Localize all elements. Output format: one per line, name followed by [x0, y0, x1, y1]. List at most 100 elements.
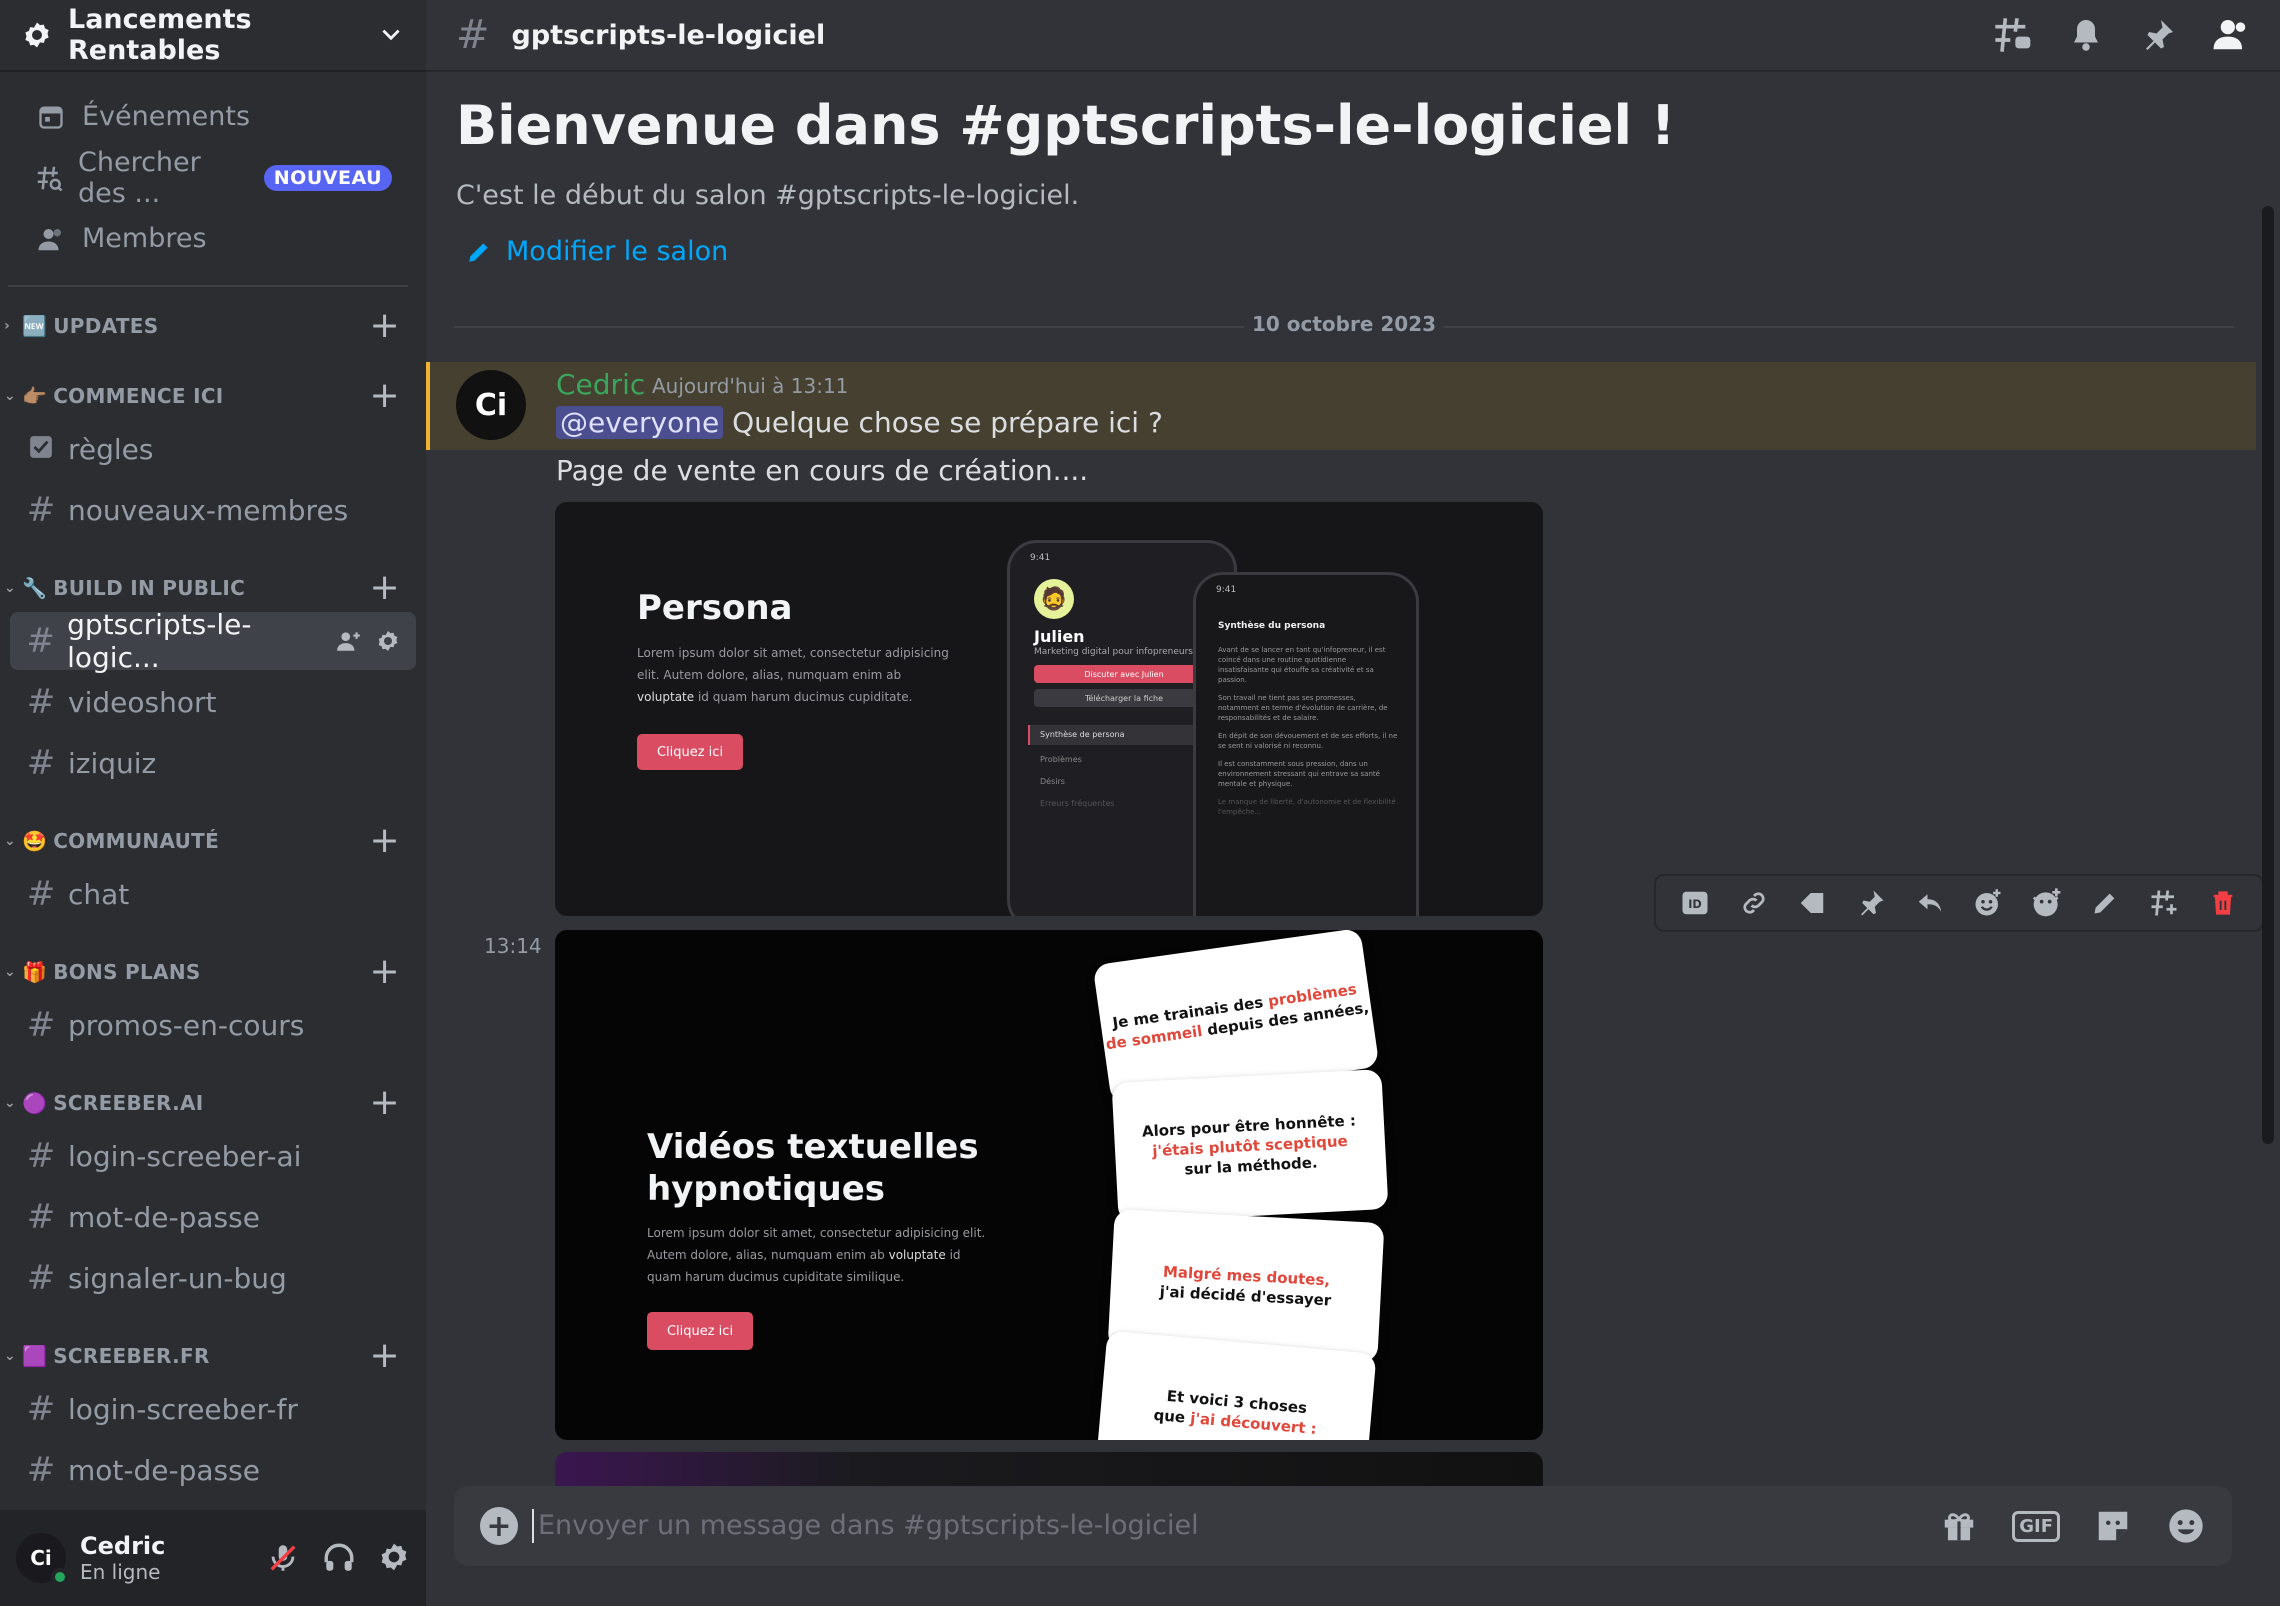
new-badge: NOUVEAU — [263, 164, 392, 191]
chevron-down-icon: ⌄ — [4, 1095, 17, 1111]
channel-item-login-screeber-ai[interactable]: # login-screeber-ai — [10, 1127, 416, 1185]
welcome-subtitle: C'est le début du salon #gptscripts-le-l… — [456, 180, 1080, 211]
member-list-icon[interactable] — [2212, 16, 2250, 54]
hash-icon: # — [26, 1450, 56, 1490]
image-attachment-videos[interactable]: Vidéos textuelles hypnotiques Lorem ipsum… — [555, 930, 1543, 1440]
attachment-lorem: Lorem ipsum dolor sit amet, consectetur … — [647, 1222, 997, 1288]
server-header[interactable]: Lancements Rentables — [0, 0, 426, 72]
channel-item-iziquiz[interactable]: # iziquiz — [10, 734, 416, 792]
category-label: BUILD IN PUBLIC — [53, 576, 246, 600]
events-item[interactable]: Événements — [10, 86, 416, 147]
server-name: Lancements Rentables — [68, 4, 252, 66]
edit-channel-link[interactable]: Modifier le salon — [466, 236, 728, 267]
channel-item-regles[interactable]: règles — [10, 420, 416, 478]
synthesis-para: Son travail ne tient pas ses promesses, … — [1218, 694, 1388, 722]
pin-icon[interactable] — [1853, 885, 1889, 921]
link-icon[interactable] — [1736, 885, 1772, 921]
create-thread-icon[interactable] — [2146, 885, 2182, 921]
mention[interactable]: @everyone — [556, 406, 724, 439]
add-reaction-icon[interactable] — [1970, 885, 2006, 921]
pin-icon[interactable] — [2140, 17, 2176, 53]
create-channel-plus-icon[interactable]: + — [370, 1085, 400, 1121]
mic-muted-icon[interactable] — [266, 1541, 300, 1575]
message-author[interactable]: Cedric — [556, 368, 645, 401]
attachment-title: Vidéos textuelles hypnotiques — [647, 1126, 979, 1210]
persona-name: Julien — [1034, 627, 1085, 646]
threads-icon[interactable] — [1992, 15, 2032, 55]
channel-item-nouveaux-membres[interactable]: # nouveaux-membres — [10, 481, 416, 539]
channel-item-mot-de-passe[interactable]: # mot-de-passe — [10, 1188, 416, 1246]
attachment-lorem: Lorem ipsum dolor sit amet, consectetur … — [637, 642, 957, 708]
trash-icon[interactable] — [2205, 885, 2241, 921]
avatar[interactable]: Ci — [456, 370, 526, 440]
headphones-icon[interactable] — [322, 1541, 356, 1575]
calendar-icon — [34, 100, 68, 134]
hash-icon: # — [26, 1005, 56, 1045]
channel-item-mot-de-passe-fr[interactable]: # mot-de-passe — [10, 1441, 416, 1499]
hash-icon: # — [26, 682, 56, 722]
attachment-lorem-text: Lorem ipsum dolor sit amet, consectetur … — [637, 646, 949, 682]
channel-item-gptscripts[interactable]: # gptscripts-le-logic... — [10, 608, 416, 674]
message-actions-toolbar: ID — [1654, 874, 2264, 932]
browse-channels-item[interactable]: Chercher des ... NOUVEAU — [10, 147, 416, 209]
synthesis-para: Avant de se lancer en tant qu'infopreneu… — [1218, 646, 1386, 684]
user-panel: Ci Cedric En ligne — [0, 1510, 426, 1606]
category-emoji: 🤩 — [22, 829, 48, 853]
upload-plus-icon[interactable]: + — [480, 1507, 518, 1545]
gif-button[interactable]: GIF — [2012, 1510, 2060, 1542]
pencil-icon[interactable] — [2087, 885, 2123, 921]
category-updates[interactable]: › 🆕 UPDATES + — [0, 305, 426, 347]
create-channel-plus-icon[interactable]: + — [370, 1338, 400, 1374]
attachment-lorem-bold: voluptate — [637, 690, 695, 704]
image-attachment-persona[interactable]: Persona Lorem ipsum dolor sit amet, cons… — [555, 502, 1543, 916]
gear-icon[interactable] — [376, 629, 400, 653]
user-info[interactable]: Cedric En ligne — [80, 1532, 266, 1584]
sticker-icon[interactable] — [2094, 1507, 2132, 1545]
category-screeber-fr[interactable]: ⌄ 🟪 SCREEBER.FR + — [0, 1335, 426, 1377]
sidebar-divider — [8, 285, 408, 287]
message-area[interactable]: Bienvenue dans #gptscripts-le-logiciel !… — [426, 72, 2280, 1486]
channel-list[interactable]: Événements Chercher des ... NOUVEAU Memb… — [0, 72, 426, 1510]
message-input[interactable]: Envoyer un message dans #gptscripts-le-l… — [532, 1509, 1940, 1543]
gear-icon[interactable] — [378, 1541, 410, 1573]
copy-id-icon[interactable]: ID — [1677, 885, 1713, 921]
emoji-icon[interactable] — [2166, 1506, 2206, 1546]
create-channel-plus-icon[interactable]: + — [370, 308, 400, 344]
create-channel-plus-icon[interactable]: + — [370, 570, 400, 606]
create-channel-plus-icon[interactable]: + — [370, 378, 400, 414]
persona-menu-item: Synthèse de persona — [1028, 725, 1208, 745]
channel-label: gptscripts-le-logic... — [67, 608, 252, 674]
events-label: Événements — [82, 101, 251, 132]
channel-item-chat[interactable]: # chat — [10, 865, 416, 923]
channel-item-signaler-un-bug[interactable]: # signaler-un-bug — [10, 1249, 416, 1307]
channel-label: videoshort — [68, 685, 217, 719]
channel-label: login-screeber-fr — [68, 1392, 298, 1426]
scrollbar[interactable] — [2262, 206, 2274, 1144]
avatar[interactable]: Ci — [16, 1533, 69, 1586]
gift-icon[interactable] — [1940, 1507, 1978, 1545]
edit-channel-label: Modifier le salon — [506, 236, 729, 267]
category-label: BONS PLANS — [53, 960, 201, 984]
image-attachment-partial[interactable] — [555, 1452, 1543, 1486]
bookmark-icon[interactable] — [1794, 885, 1830, 921]
text-card: Alors pour être honnête : j'étais plutôt… — [1111, 1069, 1389, 1223]
category-build-in-public[interactable]: ⌄ 🔧 BUILD IN PUBLIC + — [0, 567, 426, 609]
members-item[interactable]: Membres — [10, 208, 416, 269]
category-commence-ici[interactable]: ⌄ 👉🏽 COMMENCE ICI + — [0, 375, 426, 417]
reply-icon[interactable] — [1912, 885, 1948, 921]
message-text: Page de vente en cours de création.... — [556, 454, 1089, 487]
category-communaute[interactable]: ⌄ 🤩 COMMUNAUTÉ + — [0, 820, 426, 862]
create-channel-plus-icon[interactable]: + — [370, 823, 400, 859]
category-bons-plans[interactable]: ⌄ 🎁 BONS PLANS + — [0, 951, 426, 993]
invite-icon[interactable] — [336, 628, 362, 654]
channel-item-videoshort[interactable]: # videoshort — [10, 673, 416, 731]
message-text: @everyone Quelque chose se prépare ici ? — [556, 406, 1163, 439]
channel-item-promos[interactable]: # promos-en-cours — [10, 996, 416, 1054]
bell-icon[interactable] — [2068, 17, 2104, 53]
hash-icon: # — [456, 12, 490, 58]
channel-item-login-screeber-fr[interactable]: # login-screeber-fr — [10, 1380, 416, 1438]
create-channel-plus-icon[interactable]: + — [370, 954, 400, 990]
super-reaction-icon[interactable] — [2029, 885, 2065, 921]
category-screeber-ai[interactable]: ⌄ 🟣 SCREEBER.AI + — [0, 1082, 426, 1124]
channel-label: mot-de-passe — [68, 1200, 260, 1234]
